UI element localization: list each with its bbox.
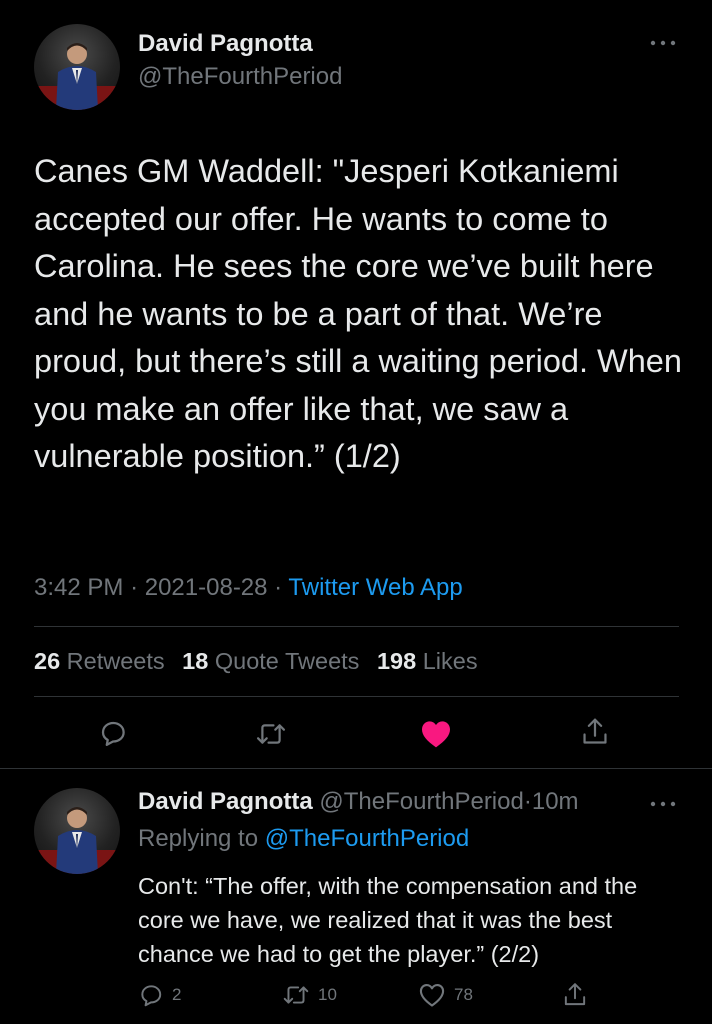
quotes-count: 18 [182, 648, 209, 674]
retweet-icon[interactable] [255, 719, 287, 754]
replying-to: Replying to @TheFourthPeriod [138, 825, 469, 853]
share-icon[interactable] [580, 716, 610, 753]
divider [34, 696, 679, 697]
divider [0, 768, 712, 769]
meta-separator: · [274, 574, 283, 601]
reply-icon [141, 985, 162, 1007]
reply-author-name[interactable]: David Pagnotta [138, 788, 313, 815]
like-count: 78 [454, 985, 473, 1004]
avatar-photo [34, 807, 120, 874]
share-button[interactable] [562, 981, 588, 1009]
more-icon[interactable] [650, 797, 676, 808]
author-handle[interactable]: @TheFourthPeriod [138, 63, 342, 91]
reply-button[interactable]: 2 [138, 982, 181, 1008]
replying-to-handle[interactable]: @TheFourthPeriod [265, 825, 469, 852]
reply-count: 2 [172, 985, 182, 1004]
like-icon [419, 984, 445, 1007]
divider [34, 626, 679, 627]
like-icon[interactable] [420, 719, 452, 754]
reply-age[interactable]: 10m [532, 788, 579, 815]
likes-count: 198 [376, 648, 417, 674]
tweet-time[interactable]: 3:42 PM [34, 574, 123, 601]
retweet-count: 10 [318, 985, 337, 1004]
quotes-stat[interactable]: 18 Quote Tweets [182, 648, 359, 674]
quotes-label: Quote Tweets [214, 648, 360, 674]
retweet-icon [283, 986, 309, 1004]
meta-separator: · [130, 574, 139, 601]
reply-text: Con't: “The offer, with the compensation… [138, 873, 638, 967]
tweet-text: Canes GM Waddell: "Jesperi Kotkaniemi ac… [34, 153, 691, 474]
retweet-button[interactable]: 10 [282, 982, 337, 1008]
tweet-source[interactable]: Twitter Web App [288, 574, 462, 601]
reply-author-handle[interactable]: @TheFourthPeriod [319, 788, 523, 815]
retweets-stat[interactable]: 26 Retweets [34, 648, 165, 674]
likes-stat[interactable]: 198 Likes [377, 648, 478, 674]
more-icon[interactable] [650, 36, 676, 47]
reply-header: David Pagnotta @TheFourthPeriod·10m [138, 788, 579, 816]
avatar-photo [34, 43, 120, 110]
like-button[interactable]: 78 [418, 982, 473, 1008]
share-icon [564, 983, 586, 1006]
tweet-date[interactable]: 2021-08-28 [145, 574, 268, 601]
reply-separator: · [523, 788, 532, 815]
replying-prefix: Replying to [138, 825, 259, 852]
author-avatar[interactable] [34, 24, 120, 110]
author-name[interactable]: David Pagnotta [138, 30, 313, 58]
reply-icon[interactable] [98, 718, 128, 753]
tweet-meta: 3:42 PM · 2021-08-28 · Twitter Web App [34, 574, 463, 602]
retweets-count: 26 [34, 648, 61, 674]
tweet-stats: 26 Retweets 18 Quote Tweets 198 Likes [34, 648, 489, 675]
reply-author-avatar[interactable] [34, 788, 120, 874]
likes-label: Likes [422, 648, 478, 674]
retweets-label: Retweets [66, 648, 165, 674]
